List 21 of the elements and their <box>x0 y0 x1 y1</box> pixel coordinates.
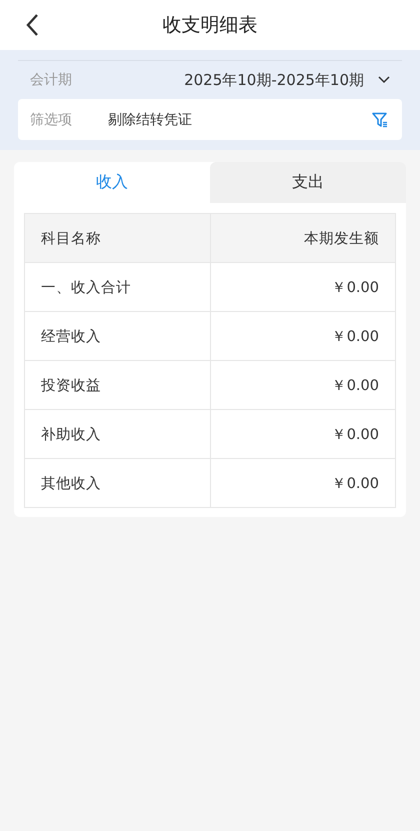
page-title: 收支明细表 <box>162 13 258 38</box>
column-header: 科目名称 <box>25 214 210 262</box>
table-cell: 补助收入 <box>25 410 210 458</box>
tab[interactable]: 支出 <box>210 162 406 203</box>
table-cell: 经营收入 <box>25 312 210 360</box>
table-cell: 一、收入合计 <box>25 263 210 311</box>
chevron-down-icon[interactable] <box>378 76 390 84</box>
period-value[interactable]: 2025年10期-2025年10期 <box>184 70 364 90</box>
back-icon[interactable] <box>25 13 39 37</box>
table-cell-text: ￥0.00 <box>330 328 380 346</box>
table-cell: 其他收入 <box>25 459 210 507</box>
filter-label: 筛选项 <box>30 110 73 128</box>
table-cell: 投资收益 <box>25 361 210 409</box>
table-cell-text: ￥0.00 <box>330 376 380 396</box>
filter-icon[interactable] <box>372 112 388 128</box>
table-cell-text: ￥0.00 <box>330 278 380 298</box>
table-cell-text: ￥0.00 <box>330 426 380 444</box>
filter-value: 剔除结转凭证 <box>108 110 192 128</box>
period-label: 会计期 <box>30 71 73 89</box>
table-cell-text: ￥0.00 <box>330 474 380 494</box>
column-header: 本期发生额 <box>303 230 380 248</box>
